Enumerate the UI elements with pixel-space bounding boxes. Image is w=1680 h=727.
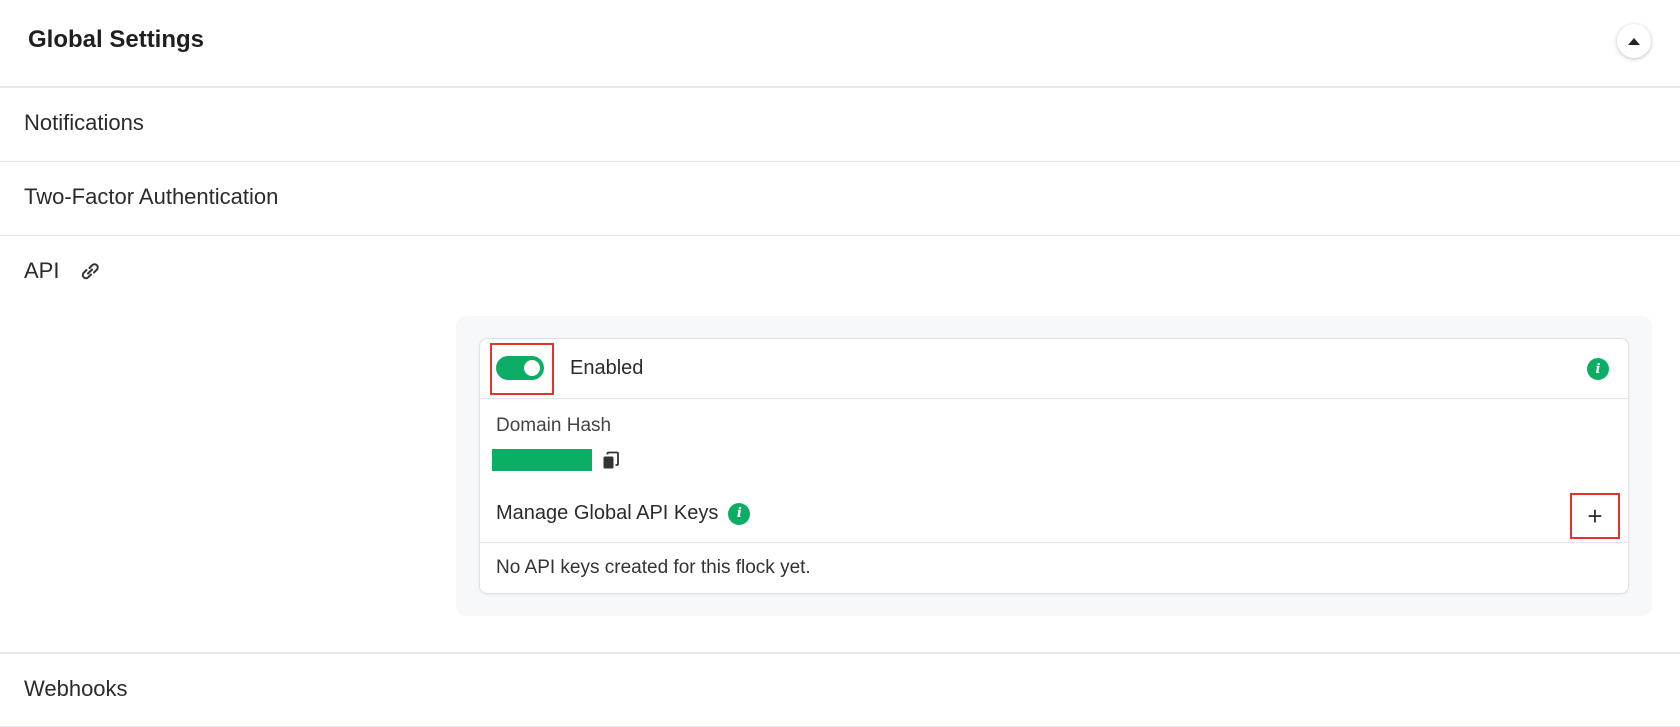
api-settings-panel: Enabled i Domain Hash Manage Global API … (456, 316, 1652, 616)
domain-hash-value-redacted (492, 449, 592, 471)
section-notifications[interactable]: Notifications (0, 88, 1680, 162)
manage-api-keys-title: Manage Global API Keys i (496, 502, 751, 525)
manage-api-keys-label: Manage Global API Keys (496, 502, 719, 524)
collapse-button[interactable] (1617, 24, 1651, 58)
section-notifications-label: Notifications (24, 110, 144, 135)
manage-api-keys-row: Manage Global API Keys i + (480, 487, 1628, 543)
toggle-knob (524, 360, 540, 376)
global-settings-header: Global Settings (0, 0, 1680, 88)
api-enable-row: Enabled i (480, 339, 1628, 399)
page-title: Global Settings (28, 26, 205, 53)
copy-icon[interactable] (602, 451, 620, 471)
empty-api-keys-message: No API keys created for this flock yet. (496, 557, 811, 578)
api-settings-card: Enabled i Domain Hash Manage Global API … (479, 338, 1629, 594)
link-icon[interactable] (77, 261, 103, 281)
section-api: API Enabled i Domain Hash Manage Global … (0, 236, 1680, 652)
section-api-title: API (24, 258, 103, 284)
section-two-factor-authentication[interactable]: Two-Factor Authentication (0, 162, 1680, 236)
section-webhooks[interactable]: Webhooks (0, 652, 1680, 727)
info-icon[interactable]: i (1587, 358, 1609, 380)
info-icon[interactable]: i (728, 502, 751, 525)
add-api-key-button[interactable]: + (1580, 501, 1610, 531)
section-api-label: API (24, 258, 60, 283)
enabled-label: Enabled (570, 357, 644, 379)
section-two-factor-label: Two-Factor Authentication (24, 184, 279, 209)
domain-hash-label: Domain Hash (496, 415, 612, 436)
api-enabled-toggle[interactable] (496, 356, 544, 380)
section-webhooks-label: Webhooks (24, 676, 128, 701)
caret-up-icon (1628, 37, 1640, 45)
